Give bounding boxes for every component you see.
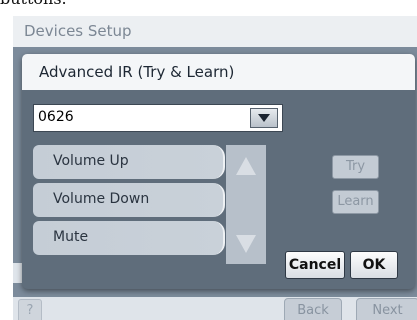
help-button[interactable]: ? — [18, 299, 42, 320]
code-select-value: 0626 — [38, 109, 74, 125]
back-button[interactable]: Back — [284, 298, 342, 320]
code-select[interactable]: 0626 — [33, 104, 283, 132]
learn-button[interactable]: Learn — [332, 190, 379, 214]
caption-text: buttons. — [0, 0, 67, 8]
chevron-down-icon — [258, 114, 270, 122]
list-scrollbar[interactable] — [226, 145, 266, 264]
dropdown-button[interactable] — [250, 108, 278, 128]
triangle-up-icon[interactable] — [236, 157, 256, 175]
ok-button[interactable]: OK — [350, 251, 398, 279]
list-item-label: Volume Down — [53, 191, 150, 207]
try-button[interactable]: Try — [332, 155, 379, 179]
list-item[interactable]: Mute — [33, 221, 225, 255]
list-item-label: Volume Up — [53, 153, 129, 169]
window-title: Devices Setup — [24, 22, 132, 40]
dialog-title: Advanced IR (Try & Learn) — [39, 63, 235, 81]
list-item[interactable]: Volume Up — [33, 145, 225, 179]
next-button[interactable]: Next — [356, 298, 417, 320]
dialog-title-bar: Advanced IR (Try & Learn) — [22, 54, 415, 90]
window-title-bar: Devices Setup — [13, 16, 417, 47]
list-item-label: Mute — [53, 229, 89, 245]
triangle-down-icon[interactable] — [236, 235, 256, 253]
bottom-bar: ? Back Next — [13, 297, 417, 320]
caption-cropped: buttons. — [0, 0, 417, 16]
list-item[interactable]: Volume Down — [33, 183, 225, 217]
advanced-ir-dialog: Advanced IR (Try & Learn) 0626 Volume Up… — [22, 54, 415, 289]
ir-command-list: Volume Up Volume Down Mute — [33, 145, 266, 264]
cancel-button[interactable]: Cancel — [285, 251, 345, 279]
